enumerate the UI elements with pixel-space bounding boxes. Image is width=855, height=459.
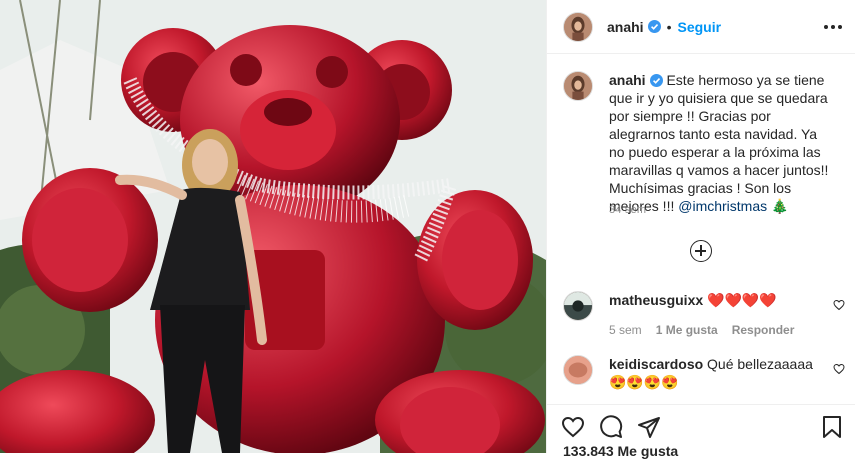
avatar-image [564, 356, 592, 384]
load-more-icon[interactable] [690, 240, 712, 262]
comment-body: matheusguixx ❤️❤️❤️❤️ 5 sem 1 Me gusta R… [609, 291, 824, 339]
verified-badge-icon [647, 20, 661, 33]
avatar[interactable] [563, 11, 593, 42]
comment-item: keidiscardoso Qué bellezaaaaa😍😍😍😍 [563, 355, 853, 391]
comment-body: keidiscardoso Qué bellezaaaaa😍😍😍😍 [609, 355, 824, 391]
follow-button[interactable]: Seguir [677, 19, 721, 35]
avatar-image [564, 292, 592, 320]
heart-icon[interactable] [833, 299, 845, 311]
heart-icon[interactable] [833, 363, 845, 375]
reply-button[interactable]: Responder [732, 321, 795, 339]
likes-count[interactable]: 133.843 Me gusta [563, 443, 678, 459]
bookmark-icon[interactable] [820, 415, 844, 439]
header-username[interactable]: anahi [607, 19, 644, 35]
post-photo[interactable] [0, 0, 546, 453]
commenter-avatar[interactable] [563, 291, 593, 321]
caption-mention[interactable]: @imchristmas [678, 198, 767, 214]
caption-text: anahi Este hermoso ya se tiene que ir y … [609, 71, 834, 215]
instagram-post: anahi • Seguir anahi Este hermoso ya se [0, 0, 855, 459]
header-separator: • [666, 18, 672, 35]
comment-username[interactable]: keidiscardoso [609, 356, 703, 372]
comment-time[interactable]: 5 sem [609, 321, 642, 339]
caption-age[interactable]: 34 sem [609, 204, 646, 216]
share-icon[interactable] [637, 415, 661, 439]
avatar[interactable] [563, 71, 593, 101]
caption-username[interactable]: anahi [609, 72, 646, 88]
post-header: anahi • Seguir [547, 0, 855, 54]
commenter-avatar[interactable] [563, 355, 593, 385]
comment-item: matheusguixx ❤️❤️❤️❤️ 5 sem 1 Me gusta R… [563, 291, 853, 339]
comment-likes[interactable]: 1 Me gusta [656, 321, 718, 339]
heart-icon[interactable] [561, 415, 585, 439]
post-caption: anahi Este hermoso ya se tiene que ir y … [563, 71, 848, 215]
comment-content: ❤️❤️❤️❤️ [707, 292, 777, 308]
caption-body-text: Este hermoso ya se tiene que ir y yo qui… [609, 72, 829, 214]
more-icon[interactable] [824, 18, 842, 36]
avatar-image [564, 12, 592, 41]
comment-meta: 5 sem 1 Me gusta Responder [609, 321, 824, 339]
teddy-bear-photo [0, 0, 546, 453]
comment-username[interactable]: matheusguixx [609, 292, 703, 308]
avatar-image [564, 72, 592, 100]
verified-badge-icon [649, 74, 663, 87]
post-side-panel: anahi • Seguir anahi Este hermoso ya se [546, 0, 855, 459]
caption-emoji: 🎄 [771, 198, 789, 214]
comment-icon[interactable] [599, 415, 623, 439]
